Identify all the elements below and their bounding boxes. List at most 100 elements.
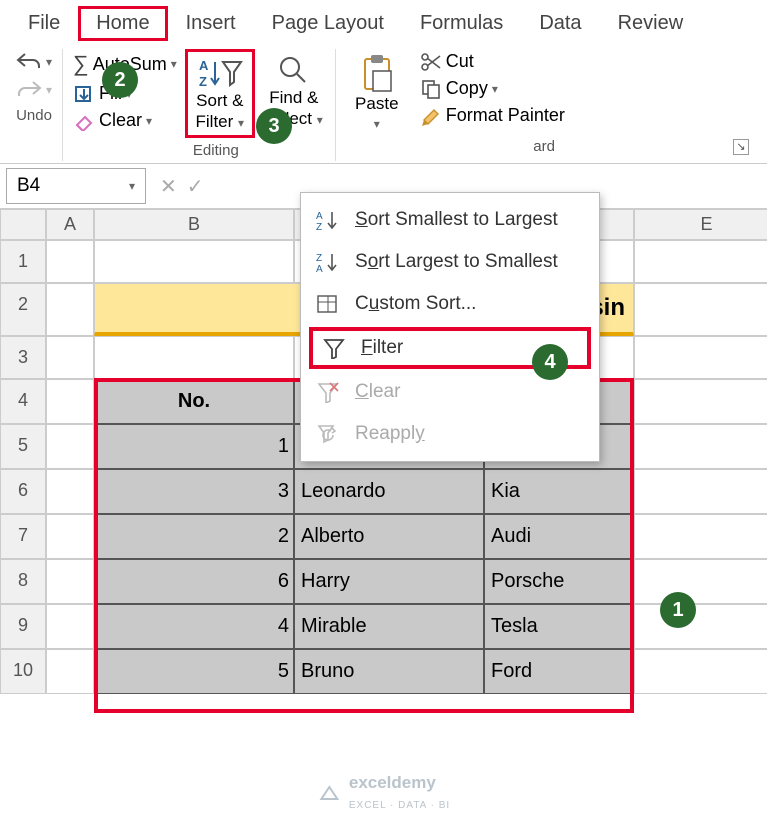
table-cell[interactable]: Harry [294,559,484,604]
table-cell[interactable]: Alberto [294,514,484,559]
tab-pagelayout[interactable]: Page Layout [254,6,402,41]
cell[interactable] [634,379,767,424]
col-header-e[interactable]: E [634,209,767,240]
cell[interactable] [634,336,767,379]
table-cell[interactable]: Kia [484,469,634,514]
menu-custom-sort[interactable]: Custom Sort... [301,283,599,325]
chevron-down-icon: ▾ [171,57,177,71]
row-header[interactable]: 9 [0,604,46,649]
sort-desc-icon: ZA [315,251,341,273]
cell[interactable] [634,424,767,469]
row-header[interactable]: 3 [0,336,46,379]
enter-icon[interactable]: ✓ [187,174,204,199]
cell[interactable] [94,240,294,283]
formula-bar-tools: ✕ ✓ [146,174,218,199]
col-header-a[interactable]: A [46,209,94,240]
row-header[interactable]: 2 [0,283,46,336]
table-cell[interactable]: Audi [484,514,634,559]
row-header[interactable]: 4 [0,379,46,424]
cancel-icon[interactable]: ✕ [160,174,177,199]
col-header-b[interactable]: B [94,209,294,240]
cell[interactable] [46,336,94,379]
cut-label: Cut [446,51,474,72]
copy-button[interactable]: Copy ▾ [416,76,569,101]
table-cell[interactable]: 4 [94,604,294,649]
row-header[interactable]: 8 [0,559,46,604]
cell[interactable] [634,514,767,559]
find-select-label-top: Find & [269,89,318,108]
table-cell[interactable]: 3 [94,469,294,514]
cell[interactable] [46,283,94,336]
menu-sort-asc[interactable]: AZ Sort Smallest to Largest [301,199,599,241]
redo-button[interactable]: ▾ [12,77,56,103]
eraser-icon [73,111,95,131]
menu-sort-asc-label: Sort Smallest to Largest [355,209,558,231]
cell[interactable] [634,604,767,649]
group-undo: ▾ ▾ Undo [6,49,63,161]
cell[interactable] [46,469,94,514]
menu-sort-desc[interactable]: ZA Sort Largest to Smallest [301,241,599,283]
tab-file[interactable]: File [10,6,78,41]
table-cell[interactable]: Ford [484,649,634,694]
table-header-no[interactable]: No. [94,379,294,424]
table-cell[interactable]: Leonardo [294,469,484,514]
clear-label: Clear [99,110,142,131]
table-cell[interactable]: Bruno [294,649,484,694]
cell[interactable] [634,283,767,336]
table-cell[interactable]: 2 [94,514,294,559]
svg-text:A: A [316,211,323,222]
table-cell[interactable]: Porsche [484,559,634,604]
step-badge-1: 1 [660,592,696,628]
sort-filter-label-top: Sort & [196,92,243,111]
tab-review[interactable]: Review [600,6,702,41]
cell[interactable] [46,559,94,604]
sort-filter-button[interactable]: A Z Sort & Filter ▾ [185,49,255,138]
watermark-tag: EXCEL · DATA · BI [349,800,450,811]
cell[interactable] [46,424,94,469]
paste-button[interactable]: Paste▾ [342,49,412,136]
cell[interactable] [634,649,767,694]
chevron-down-icon: ▾ [492,82,498,96]
clear-button[interactable]: Clear ▾ [69,108,181,133]
dialog-launcher-icon[interactable]: ↘ [733,139,749,155]
tab-insert[interactable]: Insert [168,6,254,41]
row-header[interactable]: 7 [0,514,46,559]
cell[interactable] [634,469,767,514]
paste-label: Paste▾ [355,95,398,132]
filter-icon [321,337,347,359]
row-header[interactable]: 10 [0,649,46,694]
tab-data[interactable]: Data [521,6,599,41]
watermark: exceldemy EXCEL · DATA · BI [317,773,450,813]
row-header[interactable]: 5 [0,424,46,469]
paintbrush-icon [420,106,442,126]
ribbon-tabs: File Home Insert Page Layout Formulas Da… [0,0,767,41]
fill-icon [73,84,95,104]
step-badge-2: 2 [102,62,138,98]
cut-button[interactable]: Cut [416,49,569,74]
table-cell[interactable]: 5 [94,649,294,694]
chevron-down-icon[interactable]: ▾ [129,179,135,193]
row-header[interactable]: 6 [0,469,46,514]
menu-filter-label: Filter [361,337,403,359]
tab-formulas[interactable]: Formulas [402,6,521,41]
group-label-clipboard: x ard ↘ [342,138,755,155]
cell[interactable] [634,240,767,283]
table-cell[interactable]: Tesla [484,604,634,649]
name-box[interactable]: B4 ▾ [6,168,146,204]
logo-icon [317,781,341,805]
cell[interactable] [46,604,94,649]
cell[interactable] [46,649,94,694]
table-cell[interactable]: 1 [94,424,294,469]
cell[interactable] [46,240,94,283]
tab-home[interactable]: Home [78,6,167,41]
cell[interactable] [46,514,94,559]
cell[interactable] [46,379,94,424]
undo-button[interactable]: ▾ [12,49,56,75]
table-cell[interactable]: 6 [94,559,294,604]
select-all-corner[interactable] [0,209,46,240]
format-painter-button[interactable]: Format Painter [416,103,569,128]
cell[interactable] [634,559,767,604]
row-header[interactable]: 1 [0,240,46,283]
table-cell[interactable]: Mirable [294,604,484,649]
cell[interactable] [94,336,294,379]
